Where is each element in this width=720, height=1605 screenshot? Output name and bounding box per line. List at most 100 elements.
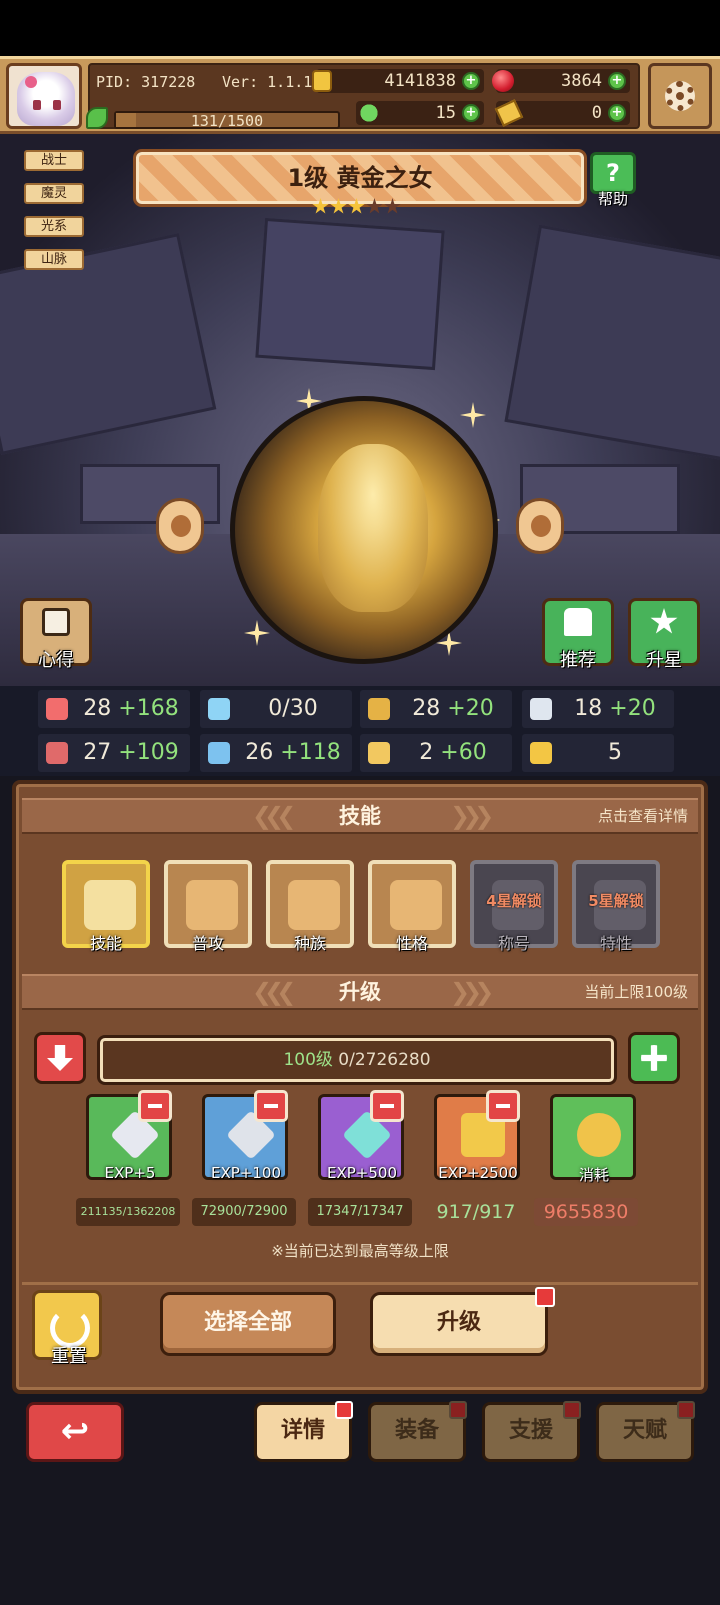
gold-coin-icon xyxy=(312,70,332,92)
ticket-amount: 0 xyxy=(591,103,602,123)
book-icon xyxy=(208,742,230,764)
upgrade-button-label: 升级 xyxy=(436,1310,481,1335)
skill-art-icon xyxy=(288,880,340,930)
reset-label: 重置 xyxy=(51,1346,87,1367)
skill-slot-race[interactable]: 种族 xyxy=(266,860,354,956)
tab-alert-badge xyxy=(449,1401,467,1419)
stat-value: 18 +20 xyxy=(574,696,656,721)
star-filled-icon xyxy=(330,198,347,214)
remove-item-button[interactable] xyxy=(254,1090,288,1122)
exp-item-3[interactable]: EXP+500 xyxy=(314,1090,406,1190)
remove-item-button[interactable] xyxy=(486,1090,520,1122)
clover-icon xyxy=(358,102,380,124)
resource-panel: PID: 317228 Ver: 1.1.1.2 4141838 + 3864 … xyxy=(86,63,640,130)
recommend-button[interactable]: 推荐 xyxy=(542,598,614,674)
gear-icon xyxy=(665,81,695,111)
back-button[interactable] xyxy=(26,1402,124,1462)
hero-title-banner: 1级 黄金之女 xyxy=(136,152,584,204)
level-up-button[interactable] xyxy=(628,1032,680,1084)
add-gem-icon[interactable]: + xyxy=(608,72,626,90)
notes-button[interactable]: 心得 xyxy=(20,598,92,674)
exp-item-2[interactable]: EXP+100 xyxy=(198,1090,290,1190)
reset-button[interactable]: 重置 xyxy=(32,1290,106,1370)
exp-item-1[interactable]: EXP+5 xyxy=(82,1090,174,1190)
skill-slot-personality[interactable]: 性格 xyxy=(368,860,456,956)
cost-item[interactable]: 消耗 xyxy=(546,1094,638,1190)
tag-terrain: 山脉 xyxy=(24,249,84,270)
shield-icon xyxy=(368,698,390,720)
item-count: 17347/17347 xyxy=(308,1198,412,1226)
gold-amount: 4141838 xyxy=(384,71,456,91)
prev-hero-button[interactable] xyxy=(156,498,204,554)
star-filled-icon xyxy=(312,198,329,214)
stat-horseshoe: 5 xyxy=(522,734,674,772)
next-hero-button[interactable] xyxy=(516,498,564,554)
exp-item-4[interactable]: EXP+2500 xyxy=(430,1090,522,1190)
clover-chip: 15 + xyxy=(356,101,484,125)
skill-slot-title[interactable]: 4星解锁 称号 xyxy=(470,860,558,956)
skill-label: 种族 xyxy=(293,934,326,953)
tab-label: 装备 xyxy=(394,1418,439,1443)
horseshoe-icon xyxy=(530,742,552,764)
level-down-button[interactable] xyxy=(34,1032,86,1084)
star-empty-icon xyxy=(366,198,383,214)
skill-label: 特性 xyxy=(599,934,632,953)
skill-label: 普攻 xyxy=(191,934,224,953)
cost-amount: 9655830 xyxy=(534,1198,638,1226)
hero-title: 1级 黄金之女 xyxy=(287,164,433,192)
plus-icon xyxy=(641,1045,667,1071)
level-exp-bar: 100级 0/2726280 xyxy=(100,1038,614,1082)
select-all-button[interactable]: 选择全部 xyxy=(160,1292,336,1356)
level-value: 100级 xyxy=(283,1050,333,1070)
notes-icon xyxy=(42,608,70,636)
settings-button[interactable] xyxy=(648,63,712,129)
skill-label: 技能 xyxy=(89,934,122,953)
skill-slot-skill[interactable]: 技能 xyxy=(62,860,150,956)
add-clover-icon[interactable]: + xyxy=(462,104,480,122)
star-filled-icon xyxy=(348,198,365,214)
stat-shield: 28 +20 xyxy=(360,690,512,728)
unlock-requirement: 4星解锁 xyxy=(486,892,542,910)
tab-alert-badge xyxy=(335,1401,353,1419)
skills-header: ❮❮❮ 技能 ❯❯❯ 点击查看详情 xyxy=(22,798,698,834)
tab-alert-badge xyxy=(677,1401,695,1419)
star-up-button[interactable]: 升星 xyxy=(628,598,700,674)
tab-label: 天赋 xyxy=(622,1418,667,1443)
tab-talent[interactable]: 天赋 xyxy=(596,1401,695,1462)
tab-details[interactable]: 详情 xyxy=(254,1401,353,1462)
stat-value: 28 +20 xyxy=(412,696,494,721)
stat-value: 28 +168 xyxy=(83,696,179,721)
item-label: EXP+5 xyxy=(104,1164,156,1182)
stat-fist: 27 +109 xyxy=(38,734,190,772)
item-count: 917/917 xyxy=(436,1201,516,1223)
notes-label: 心得 xyxy=(38,650,74,671)
clover-amount: 15 xyxy=(435,103,456,123)
add-gold-icon[interactable]: + xyxy=(462,72,480,90)
skill-slot-attack[interactable]: 普攻 xyxy=(164,860,252,956)
level-cap-hint: 当前上限100级 xyxy=(584,983,688,1001)
down-arrow-icon xyxy=(47,1045,73,1071)
level-exp-value: 0/2726280 xyxy=(332,1050,431,1070)
skill-art-icon xyxy=(84,880,136,930)
help-button[interactable]: ? 帮助 xyxy=(588,152,638,208)
help-label: 帮助 xyxy=(597,190,628,208)
ticket-chip: 0 + xyxy=(494,99,630,127)
unlock-requirement: 5星解锁 xyxy=(588,892,644,910)
stamina-bar: 131/1500 xyxy=(114,111,340,130)
remove-item-button[interactable] xyxy=(138,1090,172,1122)
skill-slot-trait[interactable]: 5星解锁特性 xyxy=(572,860,660,956)
tab-support[interactable]: 支援 xyxy=(482,1401,581,1462)
add-ticket-icon[interactable]: + xyxy=(608,104,626,122)
skill-art-icon xyxy=(390,880,442,930)
tab-alert-badge xyxy=(563,1401,581,1419)
upgrade-alert-badge xyxy=(535,1287,555,1307)
stat-value: 5 xyxy=(608,740,622,765)
fist-icon xyxy=(46,742,68,764)
player-avatar[interactable] xyxy=(6,63,82,129)
tab-equipment[interactable]: 装备 xyxy=(368,1401,467,1462)
item-label: EXP+100 xyxy=(211,1164,281,1182)
recommend-label: 推荐 xyxy=(560,650,596,671)
skills-hint[interactable]: 点击查看详情 xyxy=(598,800,688,832)
upgrade-button[interactable]: 升级 xyxy=(370,1287,555,1356)
remove-item-button[interactable] xyxy=(370,1090,404,1122)
